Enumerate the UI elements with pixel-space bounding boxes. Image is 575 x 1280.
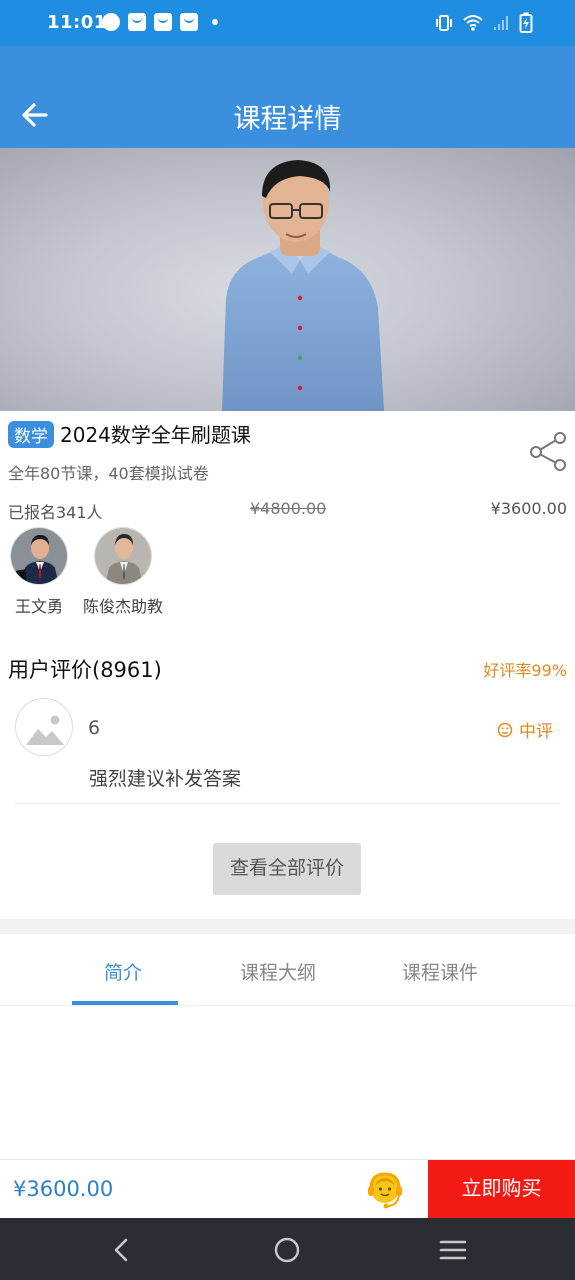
share-icon[interactable] bbox=[529, 431, 567, 471]
customer-service-icon[interactable] bbox=[364, 1169, 406, 1211]
view-all-reviews-button[interactable]: 查看全部评价 bbox=[213, 843, 361, 895]
section-gap bbox=[0, 919, 575, 934]
course-subtitle: 全年80节课，40套模拟试卷 bbox=[8, 464, 209, 483]
status-time: 11:01 bbox=[47, 12, 107, 33]
teacher-card[interactable]: 王文勇 bbox=[10, 527, 68, 617]
shopping-bag-icon bbox=[154, 13, 172, 31]
subject-tag: 数学 bbox=[8, 421, 54, 448]
status-bar: 11:01 bbox=[0, 0, 575, 46]
good-rate: 好评率99% bbox=[483, 661, 567, 680]
reviewer-avatar bbox=[15, 698, 73, 756]
divider bbox=[15, 803, 560, 804]
notification-icons bbox=[102, 13, 218, 31]
nav-back-icon[interactable] bbox=[108, 1236, 136, 1264]
course-cover-image bbox=[0, 148, 575, 411]
speedometer-icon bbox=[102, 13, 120, 31]
review-rating-label: 中评 bbox=[519, 722, 553, 742]
shopping-bag-icon bbox=[180, 13, 198, 31]
purchase-bar: ¥3600.00 立即购买 bbox=[0, 1159, 575, 1219]
review-rating: 中评 bbox=[497, 717, 553, 742]
image-placeholder-icon bbox=[26, 715, 64, 745]
course-title: 2024数学全年刷题课 bbox=[60, 423, 251, 447]
dot-icon bbox=[212, 19, 218, 25]
vibrate-icon bbox=[436, 15, 452, 31]
tab-intro[interactable]: 简介 bbox=[104, 958, 142, 985]
nav-menu-icon[interactable] bbox=[439, 1236, 467, 1264]
system-nav-bar bbox=[0, 1218, 575, 1280]
signal-icon bbox=[494, 16, 508, 30]
nav-home-icon[interactable] bbox=[273, 1236, 301, 1264]
battery-charging-icon bbox=[519, 12, 533, 33]
buy-now-button[interactable]: 立即购买 bbox=[428, 1160, 575, 1219]
tab-active-indicator bbox=[72, 1001, 178, 1005]
tab-outline[interactable]: 课程大纲 bbox=[240, 958, 316, 985]
page-title: 课程详情 bbox=[233, 104, 342, 135]
bottom-price: ¥3600.00 bbox=[13, 1177, 114, 1201]
enrolled-count: 已报名341人 bbox=[8, 503, 103, 522]
shopping-bag-icon bbox=[128, 13, 146, 31]
original-price: ¥4800.00 bbox=[250, 499, 327, 518]
neutral-face-icon bbox=[497, 722, 513, 737]
app-bar: 课程详情 bbox=[0, 46, 575, 148]
avatar bbox=[10, 527, 68, 585]
system-icons bbox=[434, 12, 533, 34]
avatar bbox=[94, 527, 152, 585]
review-text: 强烈建议补发答案 bbox=[89, 768, 242, 790]
teacher-name: 王文勇 bbox=[14, 597, 63, 616]
teacher-photo bbox=[222, 160, 384, 411]
tab-courseware[interactable]: 课程课件 bbox=[402, 958, 478, 985]
tab-bar: 简介 课程大纲 课程课件 bbox=[0, 934, 575, 1006]
teacher-card[interactable]: 陈俊杰助教 bbox=[83, 527, 163, 617]
wifi-icon bbox=[463, 15, 483, 31]
reviews-header: 用户评价(8961) bbox=[8, 658, 162, 682]
reviewer-name: 6 bbox=[88, 717, 101, 739]
course-price: ¥3600.00 bbox=[490, 499, 567, 518]
teacher-name: 陈俊杰助教 bbox=[83, 597, 164, 616]
